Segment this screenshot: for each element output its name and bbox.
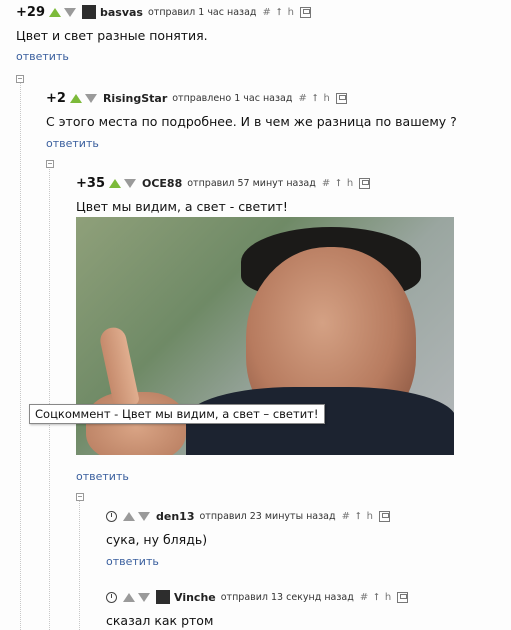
image-tooltip: Соцкоммент - Цвет мы видим, а свет – све… bbox=[29, 404, 325, 424]
up-icon[interactable]: ⭡ bbox=[374, 592, 379, 603]
collapse-toggle-icon[interactable] bbox=[46, 160, 54, 168]
downvote-arrow-icon[interactable] bbox=[84, 93, 97, 103]
save-icon[interactable] bbox=[299, 6, 311, 18]
reply-link[interactable]: ответить bbox=[16, 50, 69, 63]
comment-text: сука, ну блядь) bbox=[106, 532, 208, 547]
save-icon[interactable] bbox=[397, 591, 409, 603]
upvote-arrow-icon[interactable] bbox=[69, 93, 82, 103]
save-icon[interactable] bbox=[359, 177, 371, 189]
comment-text: Цвет мы видим, а свет - светит! bbox=[76, 199, 288, 214]
clock-icon bbox=[106, 591, 117, 603]
timestamp: отправил 23 минуты назад bbox=[199, 510, 336, 522]
comment: +29 basvas отправил 1 час назад # ⭡ h Цв… bbox=[16, 2, 315, 64]
timestamp: отправлено 1 час назад bbox=[172, 92, 293, 104]
comment: Vinche отправил 13 секунд назад # ⭡ h ск… bbox=[106, 587, 412, 628]
collapse-toggle-icon[interactable] bbox=[16, 75, 24, 83]
downvote-arrow-icon[interactable] bbox=[123, 178, 136, 188]
up-icon[interactable]: ⭡ bbox=[356, 511, 361, 522]
author-link[interactable]: OCE88 bbox=[142, 177, 182, 190]
downvote-arrow-icon[interactable] bbox=[138, 511, 150, 521]
author-link[interactable]: RisingStar bbox=[103, 92, 167, 105]
comment-text: сказал как ртом bbox=[106, 613, 214, 628]
score: +29 bbox=[16, 4, 45, 20]
parent-icon[interactable]: h bbox=[385, 592, 391, 603]
upvote-arrow-icon[interactable] bbox=[108, 178, 121, 188]
author-link[interactable]: den13 bbox=[156, 510, 194, 523]
comment: +35 OCE88 отправил 57 минут назад # ⭡ h … bbox=[76, 173, 374, 214]
hash-icon[interactable]: # bbox=[262, 7, 270, 18]
parent-icon[interactable]: h bbox=[347, 178, 353, 189]
upvote-arrow-icon[interactable] bbox=[123, 511, 135, 521]
hash-icon[interactable]: # bbox=[342, 511, 350, 522]
thread-line bbox=[20, 80, 21, 630]
parent-icon[interactable]: h bbox=[288, 7, 294, 18]
comment: den13 отправил 23 минуты назад # ⭡ h сук… bbox=[106, 506, 394, 569]
hash-icon[interactable]: # bbox=[298, 93, 306, 104]
collapse-toggle-icon[interactable] bbox=[76, 493, 84, 501]
save-icon[interactable] bbox=[379, 510, 391, 522]
parent-icon[interactable]: h bbox=[324, 93, 330, 104]
parent-icon[interactable]: h bbox=[367, 511, 373, 522]
comment-text: Цвет и свет разные понятия. bbox=[16, 28, 208, 43]
timestamp: отправил 1 час назад bbox=[147, 6, 257, 18]
reply-link[interactable]: ответить bbox=[106, 555, 159, 568]
upvote-arrow-icon[interactable] bbox=[48, 7, 61, 17]
reply-link[interactable]: ответить bbox=[76, 470, 129, 483]
comment-text: С этого места по подробнее. И в чем же р… bbox=[46, 114, 457, 129]
score: +35 bbox=[76, 175, 105, 191]
thread-line bbox=[49, 165, 50, 630]
hash-icon[interactable]: # bbox=[322, 178, 330, 189]
thread-line bbox=[79, 500, 80, 630]
reply-link[interactable]: ответить bbox=[46, 137, 99, 150]
author-link[interactable]: basvas bbox=[100, 6, 143, 19]
upvote-arrow-icon[interactable] bbox=[123, 592, 135, 602]
hash-icon[interactable]: # bbox=[360, 592, 368, 603]
comment: +2 RisingStar отправлено 1 час назад # ⭡… bbox=[46, 88, 457, 151]
author-link[interactable]: Vinche bbox=[174, 591, 216, 604]
timestamp: отправил 57 минут назад bbox=[187, 177, 316, 189]
up-icon[interactable]: ⭡ bbox=[313, 93, 318, 104]
score: +2 bbox=[46, 90, 66, 106]
up-icon[interactable]: ⭡ bbox=[277, 7, 282, 18]
up-icon[interactable]: ⭡ bbox=[336, 178, 341, 189]
clock-icon bbox=[106, 510, 117, 522]
avatar[interactable] bbox=[156, 590, 170, 604]
downvote-arrow-icon[interactable] bbox=[138, 592, 150, 602]
save-icon[interactable] bbox=[335, 92, 347, 104]
avatar[interactable] bbox=[81, 5, 96, 19]
timestamp: отправил 13 секунд назад bbox=[220, 591, 354, 603]
downvote-arrow-icon[interactable] bbox=[63, 7, 76, 17]
